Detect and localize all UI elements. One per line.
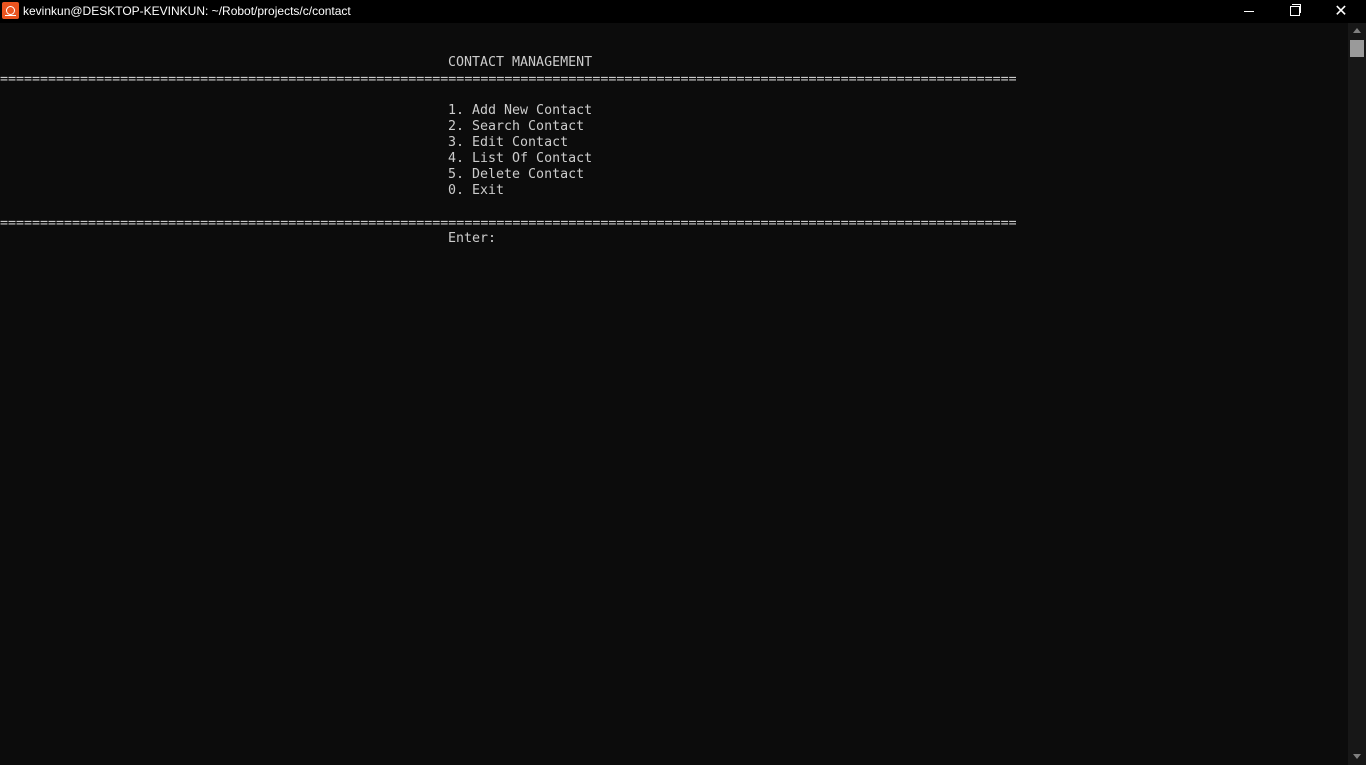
ubuntu-terminal-icon[interactable] xyxy=(2,2,19,19)
separator-bottom: ========================================… xyxy=(0,216,1016,231)
scroll-up-arrow-icon[interactable] xyxy=(1353,28,1361,33)
separator-top: ========================================… xyxy=(0,72,1016,87)
menu-item-delete-contact: 5. Delete Contact xyxy=(448,167,585,182)
menu-item-list-of-contact: 4. List Of Contact xyxy=(448,151,593,166)
close-button[interactable]: ✕ xyxy=(1318,0,1364,23)
menu-item-edit-contact: 3. Edit Contact xyxy=(448,135,569,150)
window-title: kevinkun@DESKTOP-KEVINKUN: ~/Robot/proje… xyxy=(23,4,351,18)
vertical-scrollbar[interactable] xyxy=(1348,23,1366,765)
restore-button[interactable] xyxy=(1272,0,1318,23)
close-icon: ✕ xyxy=(1334,1,1348,20)
terminal-output[interactable]: CONTACT MANAGEMENT =====================… xyxy=(0,23,1348,765)
minimize-button[interactable] xyxy=(1226,0,1272,23)
scroll-down-arrow-icon[interactable] xyxy=(1353,754,1361,759)
terminal-window: kevinkun@DESKTOP-KEVINKUN: ~/Robot/proje… xyxy=(0,0,1366,765)
restore-icon xyxy=(1290,6,1300,16)
scrollbar-thumb[interactable] xyxy=(1350,40,1364,57)
menu-item-add-new-contact: 1. Add New Contact xyxy=(448,103,593,118)
menu-item-search-contact: 2. Search Contact xyxy=(448,119,585,134)
menu-header: CONTACT MANAGEMENT xyxy=(448,55,593,70)
menu-item-exit: 0. Exit xyxy=(448,183,505,198)
title-bar[interactable]: kevinkun@DESKTOP-KEVINKUN: ~/Robot/proje… xyxy=(0,0,1366,23)
input-prompt[interactable]: Enter: xyxy=(448,231,496,247)
minimize-icon xyxy=(1244,11,1254,12)
